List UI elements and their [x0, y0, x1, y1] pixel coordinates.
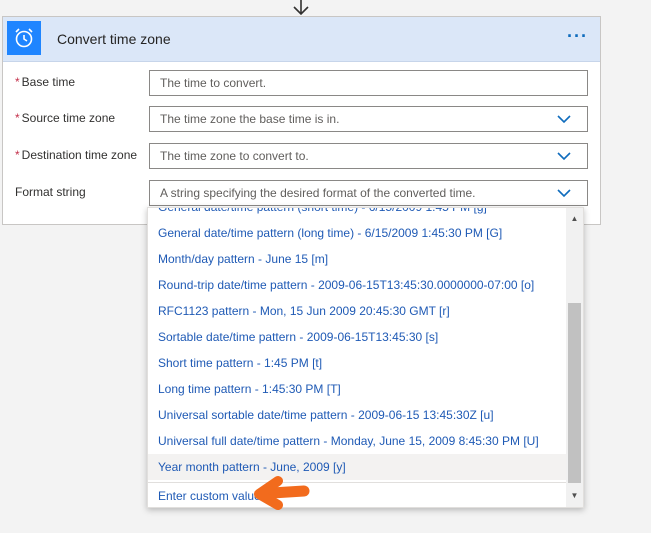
required-asterisk: *: [15, 75, 20, 89]
destination-time-zone-select[interactable]: The time zone to convert to.: [149, 143, 588, 169]
required-asterisk: *: [15, 148, 20, 162]
format-option-hovered[interactable]: Year month pattern - June, 2009 [y]: [148, 454, 566, 480]
param-label-format-string: Format string: [15, 185, 86, 199]
chevron-down-icon[interactable]: [557, 152, 571, 161]
format-option[interactable]: Short time pattern - 1:45 PM [t]: [148, 350, 566, 376]
param-label-base-time: * Base time: [15, 75, 76, 89]
format-option[interactable]: Round-trip date/time pattern - 2009-06-1…: [148, 272, 566, 298]
param-label-source-time-zone: * Source time zone: [15, 111, 116, 125]
format-option[interactable]: Universal full date/time pattern - Monda…: [148, 428, 566, 454]
dropdown-scrollbar[interactable]: ▲ ▼: [566, 208, 583, 507]
format-option[interactable]: Month/day pattern - June 15 [m]: [148, 246, 566, 272]
flow-down-arrow-icon: [293, 0, 309, 16]
format-option[interactable]: Long time pattern - 1:45:30 PM [T]: [148, 376, 566, 402]
chevron-down-icon[interactable]: [557, 189, 571, 198]
param-label-destination-time-zone: * Destination time zone: [15, 148, 138, 162]
chevron-down-icon[interactable]: [557, 115, 571, 124]
format-option[interactable]: RFC1123 pattern - Mon, 15 Jun 2009 20:45…: [148, 298, 566, 324]
format-string-select[interactable]: A string specifying the desired format o…: [149, 180, 588, 206]
alarm-clock-icon: [15, 28, 33, 48]
base-time-input[interactable]: The time to convert.: [149, 70, 588, 96]
format-string-dropdown: General date/time pattern (short time) -…: [147, 207, 584, 508]
more-options-button[interactable]: ···: [567, 27, 588, 45]
annotation-arrow-icon: [254, 476, 310, 510]
scroll-up-arrow-icon[interactable]: ▲: [566, 212, 583, 226]
action-card: Convert time zone ··· * Base time The tim…: [2, 16, 601, 225]
format-option[interactable]: Sortable date/time pattern - 2009-06-15T…: [148, 324, 566, 350]
card-header[interactable]: Convert time zone ···: [3, 17, 600, 62]
enter-custom-value-option[interactable]: Enter custom value: [148, 482, 566, 507]
format-string-placeholder: A string specifying the desired format o…: [160, 186, 476, 200]
destination-time-zone-placeholder: The time zone to convert to.: [160, 149, 309, 163]
required-asterisk: *: [15, 111, 20, 125]
action-icon-tile: [7, 21, 41, 55]
format-option[interactable]: Universal sortable date/time pattern - 2…: [148, 402, 566, 428]
source-time-zone-select[interactable]: The time zone the base time is in.: [149, 106, 588, 132]
format-option[interactable]: General date/time pattern (short time) -…: [148, 208, 566, 220]
card-title: Convert time zone: [57, 31, 171, 47]
source-time-zone-placeholder: The time zone the base time is in.: [160, 112, 340, 126]
format-option[interactable]: General date/time pattern (long time) - …: [148, 220, 566, 246]
format-options-list: General date/time pattern (short time) -…: [148, 208, 566, 480]
scroll-down-arrow-icon[interactable]: ▼: [566, 489, 583, 503]
scrollbar-thumb[interactable]: [568, 303, 581, 483]
